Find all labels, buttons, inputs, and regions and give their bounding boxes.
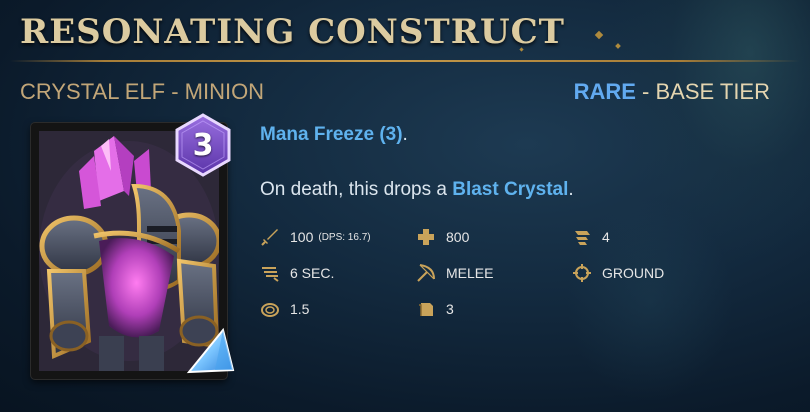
stat-speed-value: 4 — [602, 229, 610, 245]
blue-crystal-icon — [185, 326, 235, 378]
stat-health: 800 — [416, 227, 469, 247]
ability-suffix: . — [402, 124, 408, 145]
description-suffix: . — [568, 179, 574, 200]
rarity-value: RARE — [573, 79, 636, 104]
stat-target: GROUND — [572, 263, 664, 283]
unit-subtitle: CRYSTAL ELF - MINION — [20, 79, 265, 104]
description-keyword[interactable]: Blast Crystal — [452, 179, 568, 200]
stat-radius-value: 1.5 — [290, 301, 310, 317]
description-prefix: On death, this drops a — [260, 179, 453, 200]
description-line: On death, this drops a Blast Crystal. — [260, 179, 574, 201]
ability-keyword[interactable]: Mana Freeze (3) — [260, 124, 403, 145]
target-icon — [572, 263, 592, 283]
stat-damage: 100 (DPS: 16.7) — [260, 227, 371, 247]
speed-icon — [572, 227, 592, 247]
background-foliage-lower — [560, 190, 740, 410]
stat-count: 3 — [416, 299, 454, 319]
stat-range: MELEE — [416, 263, 493, 283]
sword-icon — [260, 227, 280, 247]
ability-line: Mana Freeze (3). — [260, 124, 408, 146]
stat-range-value: MELEE — [446, 265, 494, 281]
plus-icon — [416, 227, 436, 247]
attack-speed-icon — [260, 263, 280, 283]
stat-damage-value: 100 — [290, 229, 314, 245]
stat-dps-value: (DPS: 16.7) — [318, 231, 371, 243]
rarity-label: RARE - BASE TIER — [574, 79, 770, 105]
title-divider — [10, 60, 800, 62]
rarity-separator: - — [635, 79, 656, 104]
unit-title: RESONATING CONSTRUCT — [20, 12, 565, 52]
cards-icon — [416, 299, 436, 319]
tier-value: BASE TIER — [655, 79, 770, 104]
stat-count-value: 3 — [446, 301, 454, 317]
stat-health-value: 800 — [446, 229, 470, 245]
stat-attack-rate: 6 SEC. — [260, 263, 334, 283]
mana-cost-badge: 3 — [173, 113, 233, 177]
stat-attack-rate-value: 6 SEC. — [290, 265, 335, 281]
stat-target-value: GROUND — [602, 265, 665, 281]
sparkle-decoration — [594, 30, 604, 40]
radius-icon — [260, 299, 280, 319]
bow-icon — [416, 263, 436, 283]
stat-speed: 4 — [572, 227, 610, 247]
mana-cost-value: 3 — [192, 127, 214, 163]
stat-radius: 1.5 — [260, 299, 309, 319]
